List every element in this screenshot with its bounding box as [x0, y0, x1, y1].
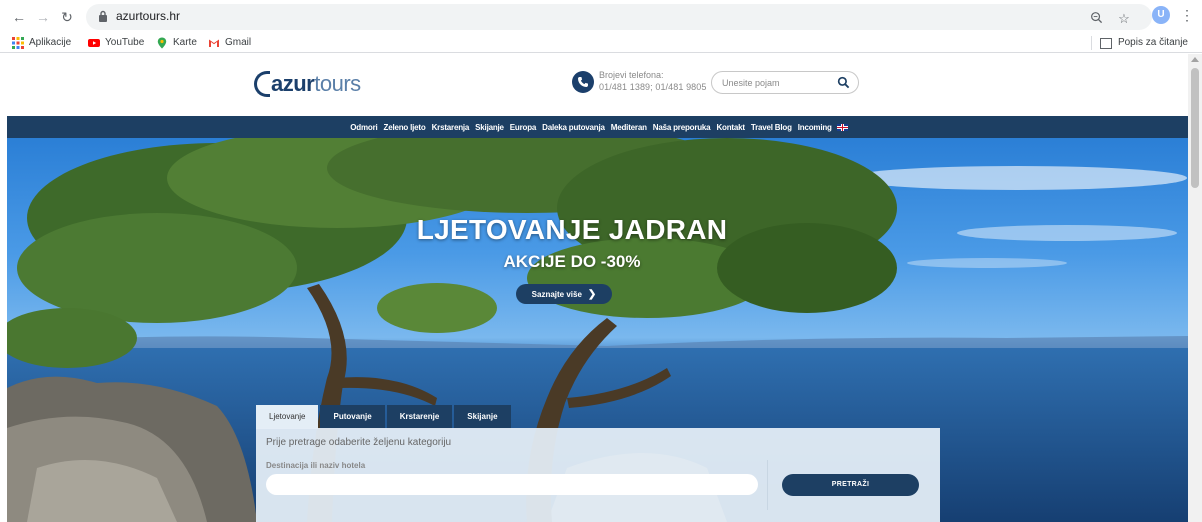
phone-numbers[interactable]: 01/481 1389; 01/481 9805: [599, 82, 707, 92]
destination-label: Destinacija ili naziv hotela: [266, 461, 366, 470]
menu-item-mediteran[interactable]: Mediteran: [611, 123, 647, 132]
tab-skijanje[interactable]: Skijanje: [454, 405, 511, 429]
bookmark-star-icon[interactable]: ☆: [1116, 11, 1132, 27]
web-page: azur tours Brojevi telefona: 01/481 1389…: [7, 54, 1188, 522]
back-arrow-icon[interactable]: ←: [10, 8, 28, 26]
forward-arrow-icon[interactable]: →: [34, 8, 52, 26]
scroll-up-arrow-icon[interactable]: [1191, 57, 1199, 62]
tab-krstarenje[interactable]: Krstarenje: [386, 405, 453, 429]
url-text: azurtours.hr: [116, 9, 181, 23]
menu-item-odmori[interactable]: Odmori: [350, 123, 377, 132]
chevron-right-icon: ❯: [587, 288, 597, 300]
apps-grid-icon: [12, 37, 24, 49]
phone-label: Brojevi telefona:: [599, 70, 664, 80]
lock-icon: [99, 10, 107, 22]
menu-item-skijanje[interactable]: Skijanje: [475, 123, 504, 132]
menu-item-travel-blog[interactable]: Travel Blog: [751, 123, 792, 132]
search-panel: Prije pretrage odaberite željenu kategor…: [256, 428, 940, 522]
search-input[interactable]: [722, 76, 832, 90]
zoom-icon[interactable]: [1088, 11, 1104, 27]
gmail-icon: [209, 39, 219, 47]
destination-input[interactable]: [266, 474, 758, 495]
menu-item-incoming[interactable]: Incoming: [798, 123, 832, 132]
logo-swoosh: [254, 71, 270, 97]
address-bar[interactable]: azurtours.hr ☆: [86, 4, 1152, 30]
reading-list-icon: [1099, 37, 1112, 49]
tab-ljetovanje[interactable]: Ljetovanje: [256, 405, 319, 429]
menu-item-zeleno-ljeto[interactable]: Zeleno ljeto: [384, 123, 426, 132]
bookmark-apps[interactable]: Aplikacije: [12, 35, 71, 51]
learn-more-button[interactable]: Saznajte više ❯: [516, 284, 612, 304]
browser-toolbar: ← → ↻ azurtours.hr ☆ U ⋮: [0, 0, 1202, 33]
search-icon[interactable]: [837, 76, 850, 89]
reload-icon[interactable]: ↻: [58, 8, 76, 26]
profile-avatar[interactable]: U: [1152, 6, 1170, 24]
panel-divider: [767, 460, 768, 510]
site-header: azur tours Brojevi telefona: 01/481 1389…: [7, 54, 1188, 116]
phone-icon: [572, 71, 594, 93]
scrollbar-thumb[interactable]: [1191, 68, 1199, 188]
main-menu: Odmori Zeleno ljeto Krstarenja Skijanje …: [7, 116, 1188, 138]
search-tabs: Ljetovanje Putovanje Krstarenje Skijanje: [256, 405, 513, 429]
uk-flag-icon[interactable]: [836, 123, 848, 131]
hero-subtitle: AKCIJE DO -30%: [503, 252, 641, 271]
azurtours-logo[interactable]: azur tours: [254, 69, 361, 99]
menu-item-europa[interactable]: Europa: [510, 123, 537, 132]
bookmark-gmail[interactable]: Gmail: [208, 35, 251, 51]
page-scrollbar[interactable]: [1188, 54, 1202, 522]
youtube-icon: [88, 39, 100, 47]
menu-item-krstarenja[interactable]: Krstarenja: [432, 123, 470, 132]
site-search: [711, 71, 859, 94]
bookmark-maps[interactable]: Karte: [156, 35, 197, 51]
menu-item-daleka-putovanja[interactable]: Daleka putovanja: [542, 123, 605, 132]
hero-title: LJETOVANJE JADRAN: [416, 214, 728, 245]
maps-pin-icon: [157, 37, 167, 49]
category-hint: Prije pretrage odaberite željenu kategor…: [266, 437, 452, 448]
search-submit-button[interactable]: PRETRAŽI: [782, 474, 919, 496]
menu-item-nasa-preporuka[interactable]: Naša preporuka: [653, 123, 711, 132]
bookmarks-bar: Aplikacije YouTube Karte Gmail Popis za …: [0, 33, 1202, 53]
more-menu-icon[interactable]: ⋮: [1180, 7, 1194, 25]
bookmark-youtube[interactable]: YouTube: [88, 35, 144, 51]
menu-item-kontakt[interactable]: Kontakt: [716, 123, 745, 132]
reading-list-button[interactable]: Popis za čitanje: [1090, 35, 1188, 51]
tab-putovanje[interactable]: Putovanje: [320, 405, 385, 429]
